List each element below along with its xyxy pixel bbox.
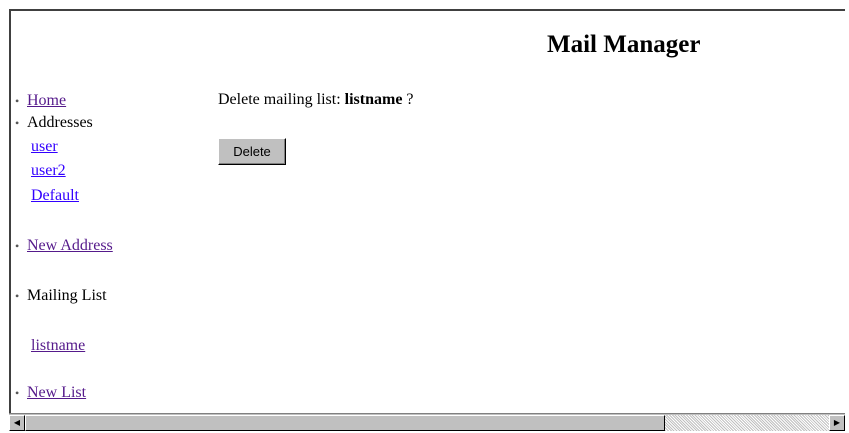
sidebar-item-new-address: •New Address <box>15 236 113 256</box>
home-link[interactable]: Home <box>27 92 66 109</box>
bullet-icon: • <box>15 286 27 306</box>
arrow-left-icon[interactable]: ◀ <box>9 415 25 431</box>
delete-button[interactable]: Delete <box>218 138 286 165</box>
scrollbar-thumb[interactable] <box>25 415 665 431</box>
address-link-user[interactable]: user <box>31 138 58 155</box>
mailing-list-label: Mailing List <box>27 287 107 304</box>
addresses-label: Addresses <box>27 114 93 131</box>
browser-content: Mail Manager <box>9 9 845 431</box>
sidebar-item-addresses: •Addresses <box>15 113 93 133</box>
address-link-user2[interactable]: user2 <box>31 162 66 179</box>
new-address-link[interactable]: New Address <box>27 237 113 254</box>
bullet-icon: • <box>15 383 27 403</box>
list-name: listname <box>345 91 403 108</box>
address-item: Default <box>31 186 79 206</box>
sidebar-item-mailing-list: •Mailing List <box>15 286 107 306</box>
list-link-listname[interactable]: listname <box>31 337 85 354</box>
scrollbar-track[interactable] <box>665 415 829 431</box>
horizontal-scrollbar[interactable]: ◀ ▶ <box>9 413 845 431</box>
arrow-right-icon[interactable]: ▶ <box>829 415 845 431</box>
sidebar-item-new-list: •New List <box>15 383 86 403</box>
bullet-icon: • <box>15 236 27 256</box>
bullet-icon: • <box>15 91 27 111</box>
delete-prompt: Delete mailing list: listname ? <box>218 91 414 109</box>
prompt-prefix: Delete mailing list: <box>218 91 345 108</box>
bullet-icon: • <box>15 113 27 133</box>
list-item: listname <box>31 336 85 356</box>
new-list-link[interactable]: New List <box>27 384 86 401</box>
prompt-suffix: ? <box>402 91 413 108</box>
address-item: user <box>31 137 58 157</box>
sidebar-item-home: •Home <box>15 91 66 111</box>
page-title: Mail Manager <box>547 31 700 59</box>
address-link-default[interactable]: Default <box>31 187 79 204</box>
address-item: user2 <box>31 161 66 181</box>
